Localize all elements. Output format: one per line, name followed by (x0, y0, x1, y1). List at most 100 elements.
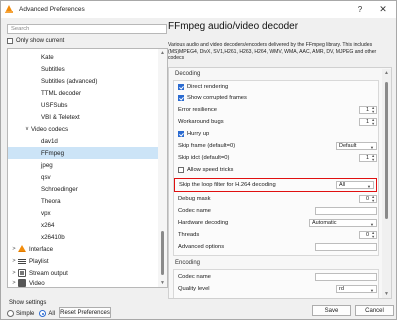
tree-item-subtitles[interactable]: Subtitles (8, 63, 158, 75)
skip-frame-combobox[interactable]: Default ▼ (336, 142, 377, 150)
direct-rendering-checkbox[interactable] (178, 84, 184, 90)
chevron-down-icon[interactable]: ▼ (370, 222, 374, 227)
cancel-button[interactable]: Cancel (355, 305, 394, 316)
simple-radio-label: Simple (16, 310, 35, 317)
spin-arrows-icon[interactable]: ▲ ▼ (371, 231, 375, 239)
search-input[interactable]: Search (7, 24, 167, 34)
tree-item-kate[interactable]: Kate (8, 51, 158, 63)
only-show-current-checkbox[interactable]: Only show current (7, 38, 64, 44)
skip-loop-filter-label: Skip the loop filter for H.264 decoding (179, 182, 276, 188)
tree-item-interface[interactable]: > Interface (8, 243, 158, 255)
workaround-bugs-value: 1 (365, 119, 369, 125)
skip-loop-filter-value: All (339, 182, 346, 188)
advanced-options-label: Advanced options (178, 244, 225, 250)
tree-item-jpeg[interactable]: jpeg (8, 159, 158, 171)
direct-rendering-label: Direct rendering (187, 84, 229, 90)
tree-item-x264[interactable]: x264 (8, 219, 158, 231)
spin-arrows-icon[interactable]: ▲ ▼ (371, 106, 375, 114)
stream-output-icon (18, 269, 26, 277)
preferences-window: Advanced Preferences ? ✕ Search Only sho… (0, 0, 397, 320)
spin-arrows-icon[interactable]: ▲ ▼ (371, 118, 375, 126)
skip-idct-spinbox[interactable]: 1 ▲ ▼ (359, 154, 377, 162)
direct-rendering-row[interactable]: Direct rendering (178, 82, 228, 92)
preferences-tree[interactable]: Kate Subtitles Subtitles (advanced) TTML… (7, 48, 168, 288)
tree-item-dav1d[interactable]: dav1d (8, 135, 158, 147)
tree-item-usfsubs[interactable]: USFSubs (8, 99, 158, 111)
debug-mask-value: 0 (365, 196, 369, 202)
tree-item-schroedinger[interactable]: Schroedinger (8, 183, 158, 195)
workaround-bugs-label: Workaround bugs (178, 119, 224, 125)
skip-loop-filter-combobox[interactable]: All ▼ (336, 181, 374, 189)
tree-item-playlist[interactable]: > Playlist (8, 255, 158, 267)
tree-item-label: Kate (41, 53, 54, 61)
tree-item-ffmpeg[interactable]: FFmpeg (8, 147, 158, 159)
encoding-codec-name-input[interactable] (315, 273, 377, 281)
tree-item-label: jpeg (41, 161, 53, 169)
show-corrupted-row[interactable]: Show corrupted frames (178, 93, 247, 103)
tree-item-label: Schroedinger (41, 185, 78, 193)
codec-name-label: Codec name (178, 208, 211, 214)
scroll-down-icon[interactable]: ▼ (384, 291, 389, 297)
settings-scroll-area[interactable]: Decoding Direct rendering Show corrupted… (168, 67, 392, 299)
simple-radio[interactable] (7, 310, 14, 317)
quality-level-label: Quality level (178, 286, 210, 292)
skip-frame-label: Skip frame (default=0) (178, 143, 236, 149)
tree-item-theora[interactable]: Theora (8, 195, 158, 207)
settings-scrollbar[interactable]: ▲ ▼ (382, 69, 391, 298)
tree-item-subtitles-advanced[interactable]: Subtitles (advanced) (8, 75, 158, 87)
chevron-right-icon[interactable]: > (10, 280, 18, 286)
encoding-group-title: Encoding (175, 260, 201, 266)
scrollbar-thumb[interactable] (385, 82, 388, 219)
chevron-down-icon[interactable]: ∨ (23, 126, 31, 132)
allow-speed-tricks-label: Allow speed tricks (187, 167, 234, 173)
chevron-right-icon[interactable]: > (10, 258, 18, 264)
all-radio[interactable] (39, 310, 47, 317)
hurry-up-checkbox[interactable] (178, 131, 184, 137)
tree-scrollbar[interactable]: ▲ ▼ (158, 49, 167, 287)
tree-item-label: Video (29, 279, 45, 287)
chevron-down-icon[interactable]: ▼ (370, 288, 374, 293)
tree-item-vpx[interactable]: vpx (8, 207, 158, 219)
tree-item-label: Video codecs (31, 125, 69, 133)
quality-level-combobox[interactable]: rd ▼ (336, 285, 377, 293)
spin-arrows-icon[interactable]: ▲ ▼ (371, 195, 375, 203)
reset-preferences-button[interactable]: Reset Preferences (59, 307, 111, 318)
scroll-up-icon[interactable]: ▲ (384, 70, 389, 76)
error-resilience-spinbox[interactable]: 1 ▲ ▼ (359, 106, 377, 114)
advanced-options-input[interactable] (315, 243, 377, 251)
allow-speed-tricks-row[interactable]: Allow speed tricks (178, 165, 233, 175)
hardware-decoding-combobox[interactable]: Automatic ▼ (309, 219, 377, 227)
tree-item-ttml-decoder[interactable]: TTML decoder (8, 87, 158, 99)
scrollbar-thumb[interactable] (161, 231, 164, 275)
chevron-right-icon[interactable]: > (10, 270, 18, 276)
chevron-right-icon[interactable]: > (10, 246, 18, 252)
spin-arrows-icon[interactable]: ▲ ▼ (371, 154, 375, 162)
tree-item-qsv[interactable]: qsv (8, 171, 158, 183)
codec-name-input[interactable] (315, 207, 377, 215)
tree-item-video-codecs[interactable]: ∨ Video codecs (8, 123, 158, 135)
debug-mask-spinbox[interactable]: 0 ▲ ▼ (359, 195, 377, 203)
tree-item-label: Subtitles (advanced) (41, 77, 98, 85)
workaround-bugs-spinbox[interactable]: 1 ▲ ▼ (359, 118, 377, 126)
close-button[interactable]: ✕ (370, 1, 396, 18)
show-corrupted-checkbox[interactable] (178, 95, 184, 101)
scroll-up-icon[interactable]: ▲ (160, 50, 165, 56)
chevron-down-icon[interactable]: ▼ (367, 184, 371, 189)
tree-item-label: TTML decoder (41, 89, 82, 97)
checkbox-box[interactable] (7, 38, 13, 44)
allow-speed-tricks-checkbox[interactable] (178, 167, 184, 173)
only-show-current-label: Only show current (16, 38, 65, 44)
save-button[interactable]: Save (312, 305, 351, 316)
scroll-down-icon[interactable]: ▼ (160, 280, 165, 286)
threads-spinbox[interactable]: 0 ▲ ▼ (359, 231, 377, 239)
tree-item-vbi-teletext[interactable]: VBI & Teletext (8, 111, 158, 123)
interface-icon (18, 245, 26, 253)
chevron-down-icon[interactable]: ▼ (370, 145, 374, 150)
hurry-up-row[interactable]: Hurry up (178, 129, 209, 139)
help-button[interactable]: ? (350, 1, 370, 18)
tree-item-video[interactable]: > Video (8, 277, 158, 287)
encoding-codec-name-label: Codec name (178, 274, 211, 280)
tree-item-x26410b[interactable]: x26410b (8, 231, 158, 243)
threads-label: Threads (178, 232, 200, 238)
hurry-up-label: Hurry up (187, 131, 210, 137)
